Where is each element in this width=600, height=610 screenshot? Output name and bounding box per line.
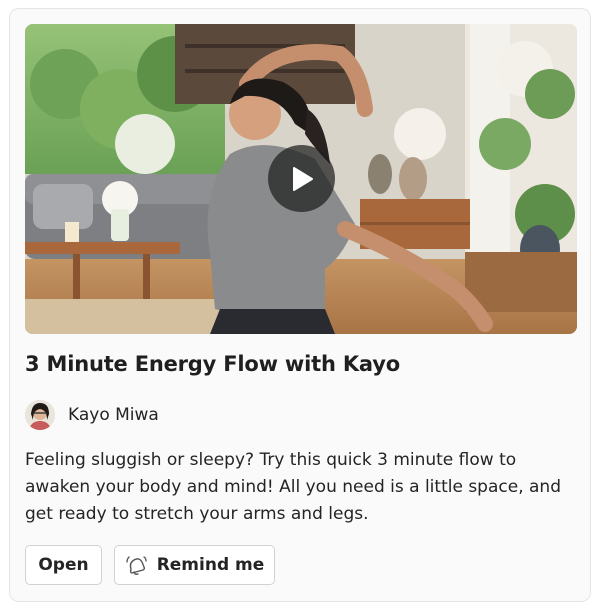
remind-me-button-label: Remind me	[156, 555, 265, 575]
author-row: Kayo Miwa	[25, 399, 159, 431]
video-thumbnail[interactable]	[25, 24, 577, 334]
video-description: Feeling sluggish or sleepy? Try this qui…	[25, 450, 561, 524]
play-button[interactable]	[268, 145, 335, 212]
bell-ringing-icon	[125, 554, 147, 576]
avatar-image	[25, 400, 55, 430]
remind-me-button[interactable]: Remind me	[114, 545, 275, 585]
author-name[interactable]: Kayo Miwa	[68, 405, 159, 425]
play-icon	[292, 166, 313, 191]
video-card: 3 Minute Energy Flow with Kayo Kayo Miwa…	[9, 8, 591, 602]
video-title: 3 Minute Energy Flow with Kayo	[25, 352, 400, 376]
open-button[interactable]: Open	[25, 545, 102, 585]
open-button-label: Open	[38, 555, 89, 575]
avatar	[25, 400, 55, 430]
